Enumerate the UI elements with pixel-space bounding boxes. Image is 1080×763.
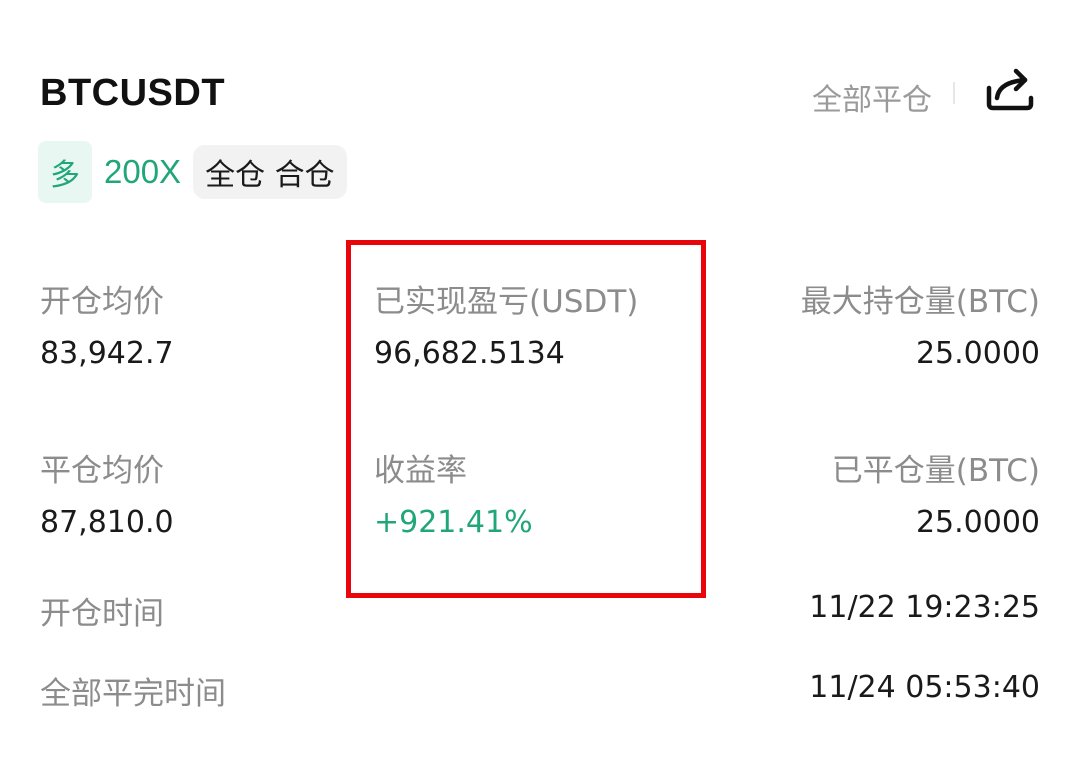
full-close-time-value: 11/24 05:53:40 xyxy=(809,670,1040,705)
open-time-label: 开仓时间 xyxy=(40,596,164,632)
close-avg-price-label: 平仓均价 xyxy=(40,453,164,489)
open-time-value: 11/22 19:23:25 xyxy=(809,590,1040,625)
max-position-label: 最大持仓量(BTC) xyxy=(800,284,1040,320)
direction-badge: 多 xyxy=(38,141,92,203)
open-avg-price-label: 开仓均价 xyxy=(40,284,164,320)
close-avg-price-value: 87,810.0 xyxy=(40,505,174,540)
closed-qty-value: 25.0000 xyxy=(915,505,1040,540)
close-all-button[interactable]: 全部平仓 xyxy=(812,75,932,119)
highlight-box xyxy=(346,240,706,598)
closed-qty-label: 已平仓量(BTC) xyxy=(831,453,1040,489)
symbol-title: BTCUSDT xyxy=(40,72,226,114)
max-position-value: 25.0000 xyxy=(915,336,1040,371)
margin-mode-badge: 全仓 合仓 xyxy=(193,145,347,199)
full-close-time-label: 全部平完时间 xyxy=(40,676,226,712)
share-icon xyxy=(986,68,1034,111)
position-tags: 多 200X 全仓 合仓 xyxy=(38,141,347,203)
leverage-label: 200X xyxy=(104,153,182,190)
share-button[interactable] xyxy=(985,64,1035,114)
open-avg-price-value: 83,942.7 xyxy=(40,336,174,371)
header-divider xyxy=(953,82,955,104)
